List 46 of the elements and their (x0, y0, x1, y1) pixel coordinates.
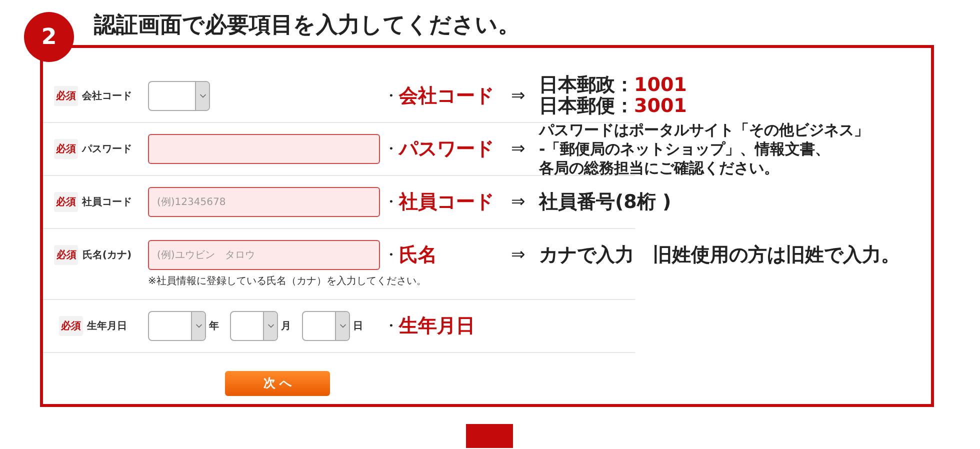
bullet: ・ (383, 86, 399, 104)
company-code-select[interactable] (148, 81, 210, 111)
arrow-symbol: ⇒ (511, 192, 526, 212)
field-label: 社員コード (82, 196, 132, 209)
required-badge: 必須 (54, 245, 78, 265)
annotation-text: 社員番号(8桁 ) (539, 192, 672, 212)
required-badge: 必須 (54, 86, 78, 106)
text-input[interactable]: (例)12345678 (148, 187, 380, 217)
annotation-label: 会社コード (399, 84, 495, 109)
annotation-text: 日本郵便：3001 (539, 96, 687, 117)
required-badge: 必須 (59, 316, 83, 336)
annotation-text: パスワードはポータルサイト「その他ビジネス」 (539, 120, 869, 140)
required-badge: 必須 (54, 192, 78, 212)
arrow-block (466, 424, 513, 448)
next-button[interactable]: 次 へ (225, 371, 330, 396)
annotation-label: パスワード (399, 137, 495, 162)
step-title: 認証画面で必要項目を入力してください。 (94, 12, 520, 40)
step-number: 2 (24, 12, 74, 62)
annotation-text: カナで入力 旧姓使用の方は旧姓で入力。 (539, 244, 900, 266)
date-unit: 年 (209, 320, 219, 333)
arrow-symbol: ⇒ (511, 245, 526, 265)
annotation-label: 社員コード (399, 190, 495, 215)
date-select[interactable] (148, 311, 206, 341)
date-select[interactable] (302, 311, 350, 341)
arrow-symbol: ⇒ (511, 86, 526, 106)
bullet: ・ (383, 138, 399, 160)
text-input[interactable] (148, 134, 380, 164)
field-label: パスワード (82, 143, 132, 156)
annotation-text: -「郵便局のネットショップ」、情報文書、 (539, 140, 832, 158)
annotation-label: 氏名 (399, 243, 438, 268)
required-badge: 必須 (54, 139, 78, 159)
date-unit: 月 (281, 320, 291, 333)
field-label: 会社コード (82, 90, 132, 103)
date-select[interactable] (230, 311, 278, 341)
field-note: ※社員情報に登録している氏名（カナ）を入力してください。 (148, 274, 426, 288)
bullet: ・ (383, 244, 399, 266)
arrow-symbol: ⇒ (511, 139, 526, 159)
annotation-text: 日本郵政：1001 (539, 75, 687, 96)
text-input[interactable]: (例)ユウビン タロウ (148, 240, 380, 270)
field-label: 生年月日 (87, 320, 127, 333)
bullet: ・ (383, 316, 399, 336)
field-label: 氏名(カナ) (82, 248, 132, 262)
annotation-label: 生年月日 (399, 314, 476, 339)
date-unit: 日 (353, 320, 363, 333)
annotation-text: 各局の総務担当にご確認ください。 (539, 158, 780, 178)
bullet: ・ (383, 192, 399, 210)
